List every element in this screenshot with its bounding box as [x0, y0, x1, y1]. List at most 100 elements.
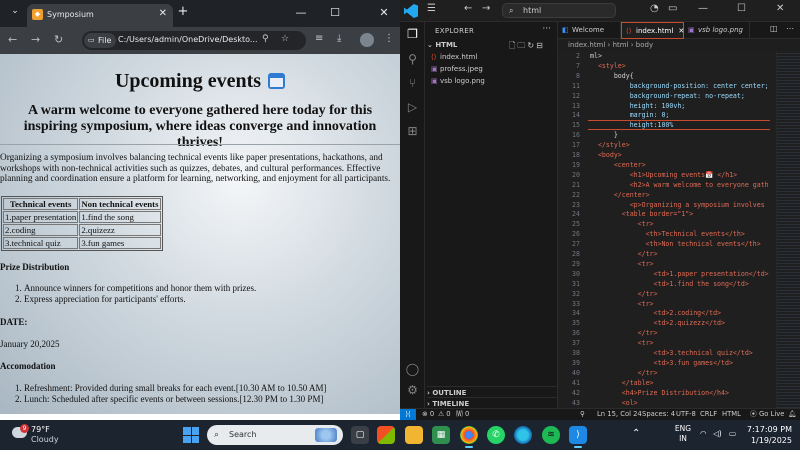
taskbar-search-box[interactable]: ⌕ Search: [207, 425, 343, 445]
code-line[interactable]: height:100%: [590, 121, 674, 129]
edge-browser-icon[interactable]: [514, 426, 532, 444]
extensions-icon[interactable]: ⊞: [404, 124, 421, 138]
code-line[interactable]: <h1>Upcoming events📅 </h1>: [590, 171, 737, 179]
code-line[interactable]: <td>3.fun games</td>: [590, 359, 733, 367]
language-indicator[interactable]: ENG IN: [673, 424, 693, 444]
widgets-app-icon[interactable]: [377, 426, 395, 444]
code-line[interactable]: </center>: [590, 191, 650, 199]
outline-section[interactable]: › OUTLINE: [427, 386, 557, 397]
minimap[interactable]: [776, 51, 800, 408]
command-center-search[interactable]: ⌕ html: [502, 3, 616, 18]
download-icon[interactable]: ⤓: [337, 33, 341, 44]
chevron-up-icon[interactable]: ⌃: [632, 429, 640, 439]
battery-icon[interactable]: ▭: [729, 429, 736, 439]
code-line[interactable]: </tr>: [590, 369, 658, 377]
back-arrow-icon[interactable]: ←: [464, 3, 472, 14]
code-line[interactable]: </style>: [590, 141, 630, 149]
breadcrumb-item[interactable]: body: [636, 41, 653, 49]
code-line[interactable]: }: [590, 131, 618, 139]
code-line[interactable]: </tr>: [590, 250, 658, 258]
new-tab-button[interactable]: +: [172, 4, 194, 19]
remote-indicator-icon[interactable]: ⟩⟨: [400, 409, 416, 420]
code-line[interactable]: <center>: [590, 161, 646, 169]
tab-welcome[interactable]: ◧ Welcome: [558, 22, 621, 39]
reload-icon[interactable]: ↻: [54, 33, 63, 46]
layout-icon[interactable]: ▭: [668, 3, 677, 14]
status-cursor-position[interactable]: Ln 15, Col 24: [597, 409, 642, 420]
back-arrow-icon[interactable]: ←: [8, 33, 17, 46]
file-vsb-logo-png[interactable]: ▣ vsb logo.png: [431, 77, 555, 88]
explorer-icon[interactable]: ❐: [404, 27, 421, 41]
timeline-section[interactable]: › TIMELINE: [427, 397, 557, 408]
close-window-button[interactable]: ✕: [373, 6, 395, 19]
code-line[interactable]: <tr>: [590, 220, 654, 228]
code-line[interactable]: <td>1.find the song</td>: [590, 280, 749, 288]
code-line[interactable]: </table>: [590, 379, 654, 387]
sheets-app-icon[interactable]: ▦: [432, 426, 450, 444]
close-window-button[interactable]: ✕: [776, 3, 784, 14]
tab-index-html[interactable]: ⟨⟩ index.html ✕: [621, 22, 684, 39]
spotify-icon[interactable]: ≋: [542, 426, 560, 444]
settings-gear-icon[interactable]: ⚙: [404, 383, 421, 397]
code-line[interactable]: <tr>: [590, 260, 654, 268]
wifi-icon[interactable]: ◠: [700, 429, 707, 439]
chrome-app-icon[interactable]: [460, 426, 478, 448]
source-control-icon[interactable]: ⑂: [404, 76, 421, 90]
minimize-button[interactable]: —: [290, 6, 312, 19]
volume-icon[interactable]: ◁): [713, 429, 722, 439]
forward-arrow-icon[interactable]: →: [482, 3, 490, 14]
code-line[interactable]: <th>Technical events</th>: [590, 230, 745, 238]
code-line[interactable]: <th>Non technical events</th>: [590, 240, 761, 248]
code-line[interactable]: <table border="1">: [590, 210, 693, 218]
tab-search-icon[interactable]: ⌄: [4, 6, 26, 16]
status-errors[interactable]: ⊗ 0: [422, 409, 434, 420]
search-icon[interactable]: ⚲: [404, 52, 421, 66]
code-line[interactable]: <h4>Prize Distribution</h4>: [590, 389, 729, 397]
code-line[interactable]: </tr>: [590, 329, 658, 337]
split-editor-icon[interactable]: ◫: [770, 24, 778, 33]
code-line[interactable]: body{: [590, 72, 634, 80]
code-line[interactable]: background-position: center center;: [590, 82, 769, 90]
copilot-icon[interactable]: ◔: [650, 3, 659, 14]
more-actions-icon[interactable]: ⋯: [786, 24, 794, 33]
url-text[interactable]: C:/Users/admin/OneDrive/Deskto...: [118, 35, 258, 44]
maximize-button[interactable]: ☐: [737, 3, 746, 14]
file-explorer-icon[interactable]: [405, 426, 423, 444]
explorer-toolbar-icons[interactable]: 🗋🗀↻⊟: [509, 40, 545, 54]
menu-hamburger-icon[interactable]: ☰: [427, 3, 436, 14]
code-line[interactable]: <h2>A warm welcome to everyone gath: [590, 181, 769, 189]
code-line[interactable]: <tr>: [590, 300, 654, 308]
code-line[interactable]: <td>3.technical quiz</td>: [590, 349, 753, 357]
code-line[interactable]: ml>: [590, 52, 602, 60]
go-live-button[interactable]: ⦿ Go Live: [750, 409, 784, 420]
code-line[interactable]: <tr>: [590, 339, 654, 347]
file-profess-jpeg[interactable]: ▣ profess.jpeg: [431, 65, 555, 76]
status-language[interactable]: HTML: [722, 409, 741, 420]
system-clock[interactable]: 7:17:09 PM 1/19/2025: [744, 424, 792, 446]
browser-tab-symposium[interactable]: ◆ Symposium ✕: [27, 4, 173, 27]
account-icon[interactable]: ◯: [404, 362, 421, 376]
code-editor[interactable]: 2 ml> 7 <style> 8 body{11 background-positi…: [558, 51, 800, 408]
forward-arrow-icon[interactable]: →: [31, 33, 40, 46]
status-ports[interactable]: 🄦 0: [456, 409, 469, 420]
code-line[interactable]: <td>2.quizezz</td>: [590, 319, 725, 327]
start-windows-icon[interactable]: [183, 427, 199, 443]
code-line[interactable]: margin: 0;: [590, 111, 670, 119]
zoom-icon[interactable]: ⚲: [262, 34, 269, 44]
code-line[interactable]: <td>2.coding</td>: [590, 309, 722, 317]
file-chip[interactable]: File: [84, 33, 117, 48]
code-line[interactable]: height: 100vh;: [590, 102, 686, 110]
breadcrumb-item[interactable]: html: [613, 41, 629, 49]
breadcrumb-item[interactable]: index.html: [568, 41, 605, 49]
extensions-icon[interactable]: ≡: [315, 33, 323, 44]
vscode-app-icon[interactable]: ⟩: [569, 426, 587, 448]
code-line[interactable]: </tr>: [590, 290, 658, 298]
status-encoding[interactable]: UTF-8: [676, 409, 696, 420]
bookmark-star-icon[interactable]: ☆: [281, 34, 289, 44]
profile-avatar-icon[interactable]: [360, 33, 374, 47]
maximize-button[interactable]: ☐: [324, 6, 346, 19]
run-debug-icon[interactable]: ▷: [404, 100, 421, 114]
status-indentation[interactable]: Spaces: 4: [642, 409, 675, 420]
explorer-more-icon[interactable]: ···: [542, 24, 551, 34]
status-warnings[interactable]: ⚠ 0: [438, 409, 451, 420]
